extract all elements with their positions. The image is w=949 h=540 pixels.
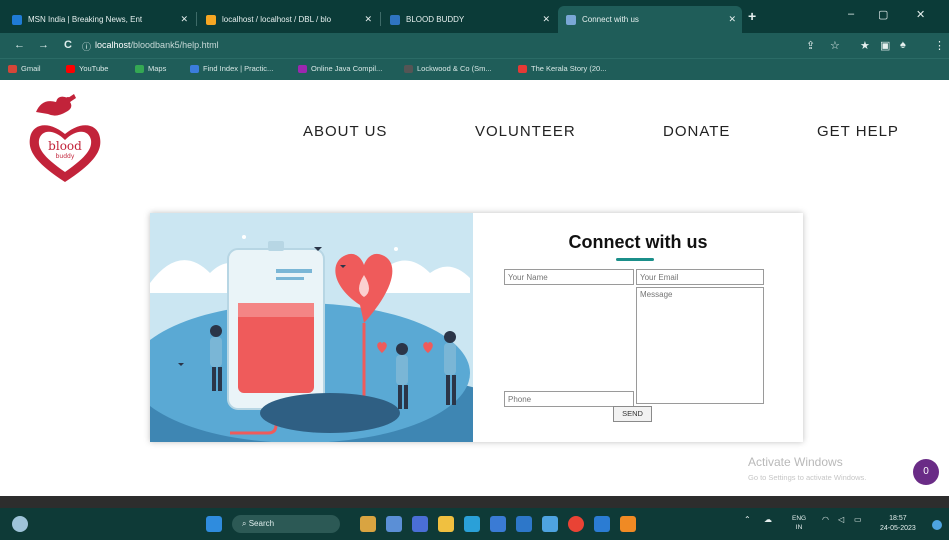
extension-icon[interactable]: ★	[860, 39, 870, 52]
volume-icon[interactable]: ◁	[838, 515, 844, 524]
browser-tab-connect[interactable]: Connect with us ✕	[558, 6, 742, 33]
bookmark-java-compiler[interactable]: Online Java Compil...	[298, 64, 382, 73]
mail-icon[interactable]	[516, 516, 532, 532]
blood-donation-illustration	[150, 213, 473, 442]
bookmark-icon	[190, 64, 199, 73]
language-indicator[interactable]: ENG IN	[792, 514, 806, 532]
bookmark-icon	[404, 64, 413, 73]
gmail-icon	[8, 64, 17, 73]
widgets-icon[interactable]	[360, 516, 376, 532]
blood-buddy-logo[interactable]: blood buddy	[24, 90, 106, 182]
horizontal-scrollbar[interactable]	[0, 496, 949, 508]
email-input[interactable]	[636, 269, 764, 285]
notification-icon[interactable]	[932, 520, 942, 530]
logo-text-blood: blood	[48, 139, 82, 153]
store-icon[interactable]	[490, 516, 506, 532]
windows-start-icon[interactable]	[206, 516, 222, 532]
phpmyadmin-icon	[206, 14, 216, 25]
wifi-icon[interactable]: ◠	[822, 515, 829, 524]
browser-tab-msn[interactable]: MSN India | Breaking News, Ent ✕	[4, 6, 194, 33]
bookmark-icon	[518, 64, 527, 73]
page-icon	[566, 14, 576, 25]
contact-form: Connect with us SEND	[473, 213, 803, 442]
contact-title: Connect with us	[568, 232, 708, 252]
taskbar-search[interactable]: ⌕ Search	[232, 515, 340, 533]
web-page: blood buddy ABOUT US VOLUNTEER DONATE GE…	[0, 80, 949, 496]
onedrive-icon[interactable]: ☁	[764, 515, 772, 524]
vscode-icon[interactable]	[594, 516, 610, 532]
edge-icon[interactable]	[464, 516, 480, 532]
share-icon[interactable]: ⇪	[806, 39, 815, 52]
new-tab-button[interactable]: +	[748, 8, 756, 24]
weather-icon[interactable]	[12, 516, 28, 532]
page-icon	[390, 14, 400, 25]
youtube-icon	[66, 64, 75, 73]
nav-about-us[interactable]: ABOUT US	[303, 123, 387, 140]
title-underline	[616, 258, 654, 261]
bookmark-youtube[interactable]: YouTube	[66, 64, 108, 73]
close-icon[interactable]: ✕	[542, 14, 550, 25]
address-bar: ← → C ⓘ localhost/bloodbank5/help.html ⇪…	[0, 33, 949, 58]
sidebar-icon[interactable]: ▣	[880, 39, 890, 52]
activate-windows-subtitle: Go to Settings to activate Windows.	[748, 473, 867, 482]
browser-tab-bar: MSN India | Breaking News, Ent ✕ localho…	[0, 0, 949, 33]
forward-icon[interactable]: →	[38, 39, 49, 51]
send-button[interactable]: SEND	[613, 406, 652, 422]
teams-chat-icon[interactable]	[412, 516, 428, 532]
close-window-icon[interactable]: ✕	[916, 8, 925, 21]
profile-icon[interactable]: ♠	[900, 39, 906, 51]
photos-icon[interactable]	[542, 516, 558, 532]
windows-taskbar: ⌕ Search ⌃ ☁ ENG IN ◠ ◁ ▭ 18:57 24-05-20…	[0, 508, 949, 540]
taskbar-clock[interactable]: 18:57 24-05-2023	[880, 514, 916, 534]
logo-text-buddy: buddy	[56, 153, 75, 160]
file-explorer-icon[interactable]	[438, 516, 454, 532]
close-icon[interactable]: ✕	[728, 14, 736, 25]
close-icon[interactable]: ✕	[180, 14, 188, 25]
maps-icon	[135, 64, 144, 73]
search-icon: ⌕	[242, 519, 249, 528]
activate-windows-title: Activate Windows	[748, 455, 843, 469]
message-textarea[interactable]	[636, 287, 764, 404]
bookmark-kerala-story[interactable]: The Kerala Story (20...	[518, 64, 606, 73]
msn-icon	[12, 14, 22, 25]
chat-badge-button[interactable]: 0	[913, 459, 939, 485]
close-icon[interactable]: ✕	[364, 14, 372, 25]
name-input[interactable]	[504, 269, 634, 285]
bookmark-maps[interactable]: Maps	[135, 64, 166, 73]
reload-icon[interactable]: C	[64, 39, 72, 51]
url-field[interactable]: localhost/bloodbank5/help.html	[95, 40, 219, 50]
bookmark-gmail[interactable]: Gmail	[8, 64, 41, 73]
nav-donate[interactable]: DONATE	[663, 123, 730, 140]
bookmark-find-index[interactable]: Find Index | Practic...	[190, 64, 273, 73]
tray-chevron-icon[interactable]: ⌃	[744, 515, 751, 524]
chrome-icon[interactable]	[568, 516, 584, 532]
xampp-icon[interactable]	[620, 516, 636, 532]
battery-icon[interactable]: ▭	[854, 515, 862, 524]
bookmark-icon	[298, 64, 307, 73]
browser-tab-phpmyadmin[interactable]: localhost / localhost / DBL / blo ✕	[198, 6, 378, 33]
menu-icon[interactable]: ⋮	[934, 39, 945, 52]
browser-tab-blood-buddy[interactable]: BLOOD BUDDY ✕	[382, 6, 556, 33]
bookmarks-bar: Gmail YouTube Maps Find Index | Practic.…	[0, 58, 949, 80]
contact-card: Connect with us SEND	[150, 213, 803, 442]
bookmark-star-icon[interactable]: ☆	[830, 39, 840, 52]
back-icon[interactable]: ←	[14, 39, 25, 51]
phone-input[interactable]	[504, 391, 634, 407]
bookmark-lockwood[interactable]: Lockwood & Co (Sm...	[404, 64, 492, 73]
site-info-icon[interactable]: ⓘ	[82, 40, 91, 53]
task-view-icon[interactable]	[386, 516, 402, 532]
minimize-icon[interactable]: –	[848, 8, 854, 20]
nav-volunteer[interactable]: VOLUNTEER	[475, 123, 576, 140]
nav-get-help[interactable]: GET HELP	[817, 123, 899, 140]
maximize-icon[interactable]: ▢	[878, 8, 888, 21]
